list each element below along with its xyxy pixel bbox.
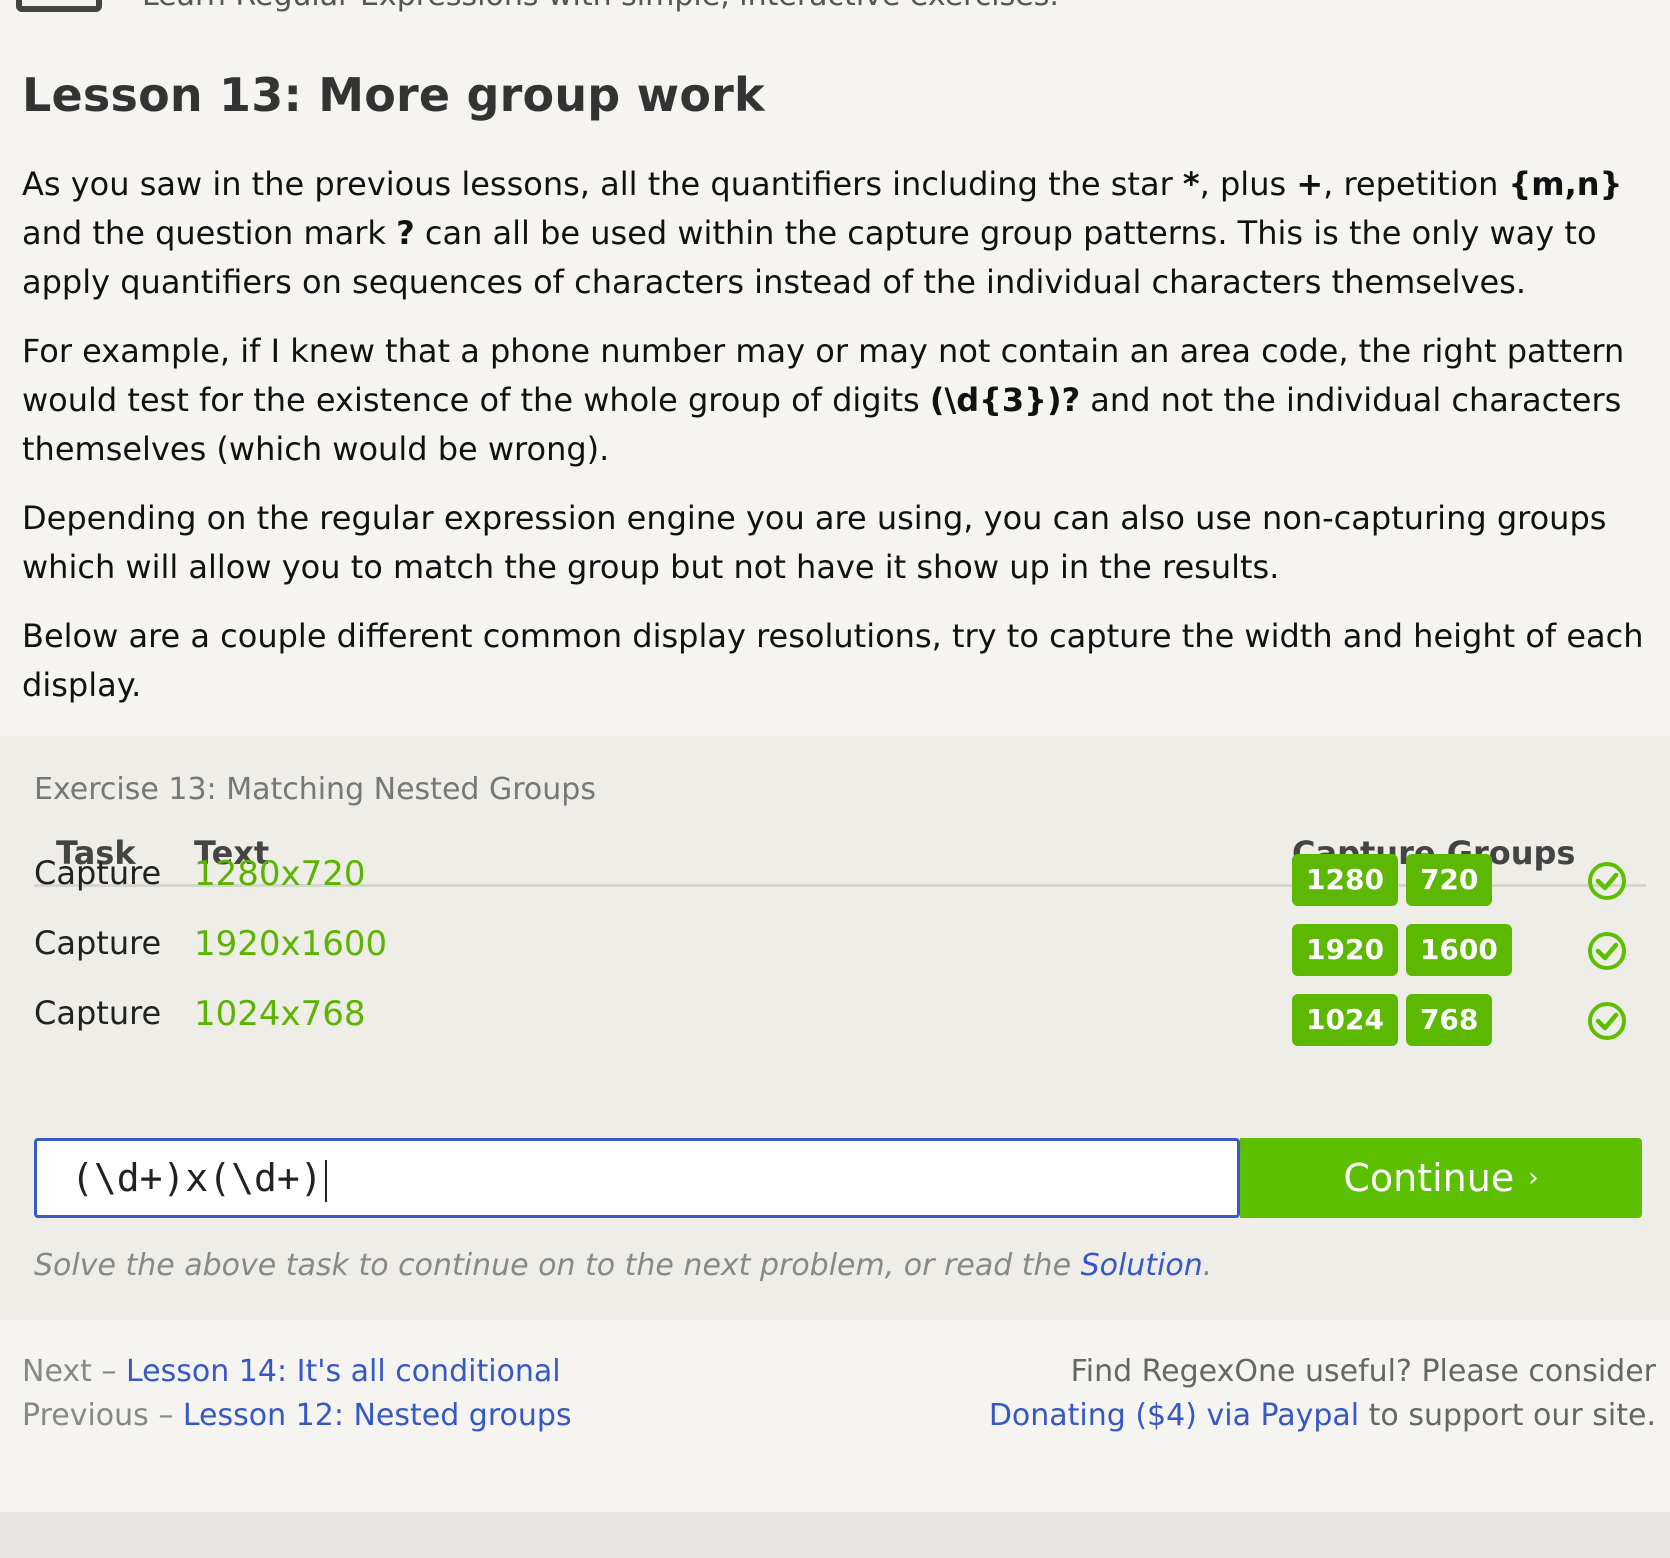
capture-group-chip: 1280 (1292, 854, 1398, 906)
chevron-right-icon: › (1528, 1163, 1539, 1193)
lesson-paragraph-4: Below are a couple different common disp… (22, 617, 1644, 704)
code-question-mark: ? (396, 214, 415, 252)
page-bottom-band (0, 1512, 1670, 1558)
lesson-paragraph-1: As you saw in the previous lessons, all … (22, 165, 1623, 301)
code-star: * (1182, 165, 1200, 203)
exercise-panel: Exercise 13: Matching Nested Groups Task… (0, 736, 1670, 1320)
table-row: Capture 1024x768 1024 768 (0, 994, 1670, 1064)
continue-button[interactable]: Continue › (1240, 1138, 1642, 1218)
solution-link[interactable]: Solution (1081, 1248, 1203, 1283)
table-row: Capture 1920x1600 1920 1600 (0, 924, 1670, 994)
lesson-paragraph-2: For example, if I knew that a phone numb… (22, 332, 1625, 468)
capture-group-chip: 768 (1405, 994, 1493, 1046)
lesson-content: As you saw in the previous lessons, all … (22, 160, 1652, 730)
previous-lesson-link[interactable]: Lesson 12: Nested groups (183, 1398, 572, 1433)
code-repetition: {m,n} (1508, 165, 1623, 203)
site-logo[interactable] (16, 0, 102, 12)
code-plus: + (1296, 165, 1324, 203)
donation-line-2: Donating ($4) via Paypal to support our … (988, 1398, 1656, 1433)
check-circle-icon (1588, 932, 1626, 970)
capture-group-chip: 720 (1405, 854, 1493, 906)
donation-note: Find RegexOne useful? Please consider Do… (989, 1350, 1656, 1438)
lesson-paragraph-3: Depending on the regular expression engi… (22, 499, 1607, 586)
check-circle-icon (1588, 1002, 1626, 1040)
row-task: Capture (34, 994, 162, 1032)
donate-link[interactable]: Donating ($4) via Paypal (989, 1398, 1359, 1433)
next-lesson-line: Next – Lesson 14: It's all conditional (22, 1354, 561, 1389)
row-capture-groups: 1280 720 (1292, 854, 1493, 906)
lesson-navigation: Next – Lesson 14: It's all conditional P… (22, 1350, 572, 1438)
capture-group-chip: 1920 (1292, 924, 1398, 976)
row-capture-groups: 1024 768 (1292, 994, 1493, 1046)
continue-label: Continue (1343, 1156, 1515, 1200)
table-row: Capture 1280x720 1280 720 (0, 854, 1670, 924)
code-area-code-group: (\d{3})? (929, 381, 1081, 419)
text-caret (324, 1159, 327, 1202)
previous-lesson-line: Previous – Lesson 12: Nested groups (22, 1398, 572, 1433)
row-capture-groups: 1920 1600 (1292, 924, 1512, 976)
regex-input[interactable]: (\d+)x(\d+) (34, 1138, 1240, 1218)
next-lesson-link[interactable]: Lesson 14: It's all conditional (126, 1354, 561, 1389)
check-circle-icon (1588, 862, 1626, 900)
capture-group-chip: 1600 (1405, 924, 1512, 976)
row-task: Capture (34, 924, 162, 962)
row-task: Capture (34, 854, 162, 892)
row-text: 1024x768 (194, 994, 366, 1034)
row-text: 1920x1600 (194, 924, 388, 964)
donation-line-1: Find RegexOne useful? Please consider (1070, 1354, 1656, 1389)
capture-group-chip: 1024 (1292, 994, 1398, 1046)
row-text: 1280x720 (194, 854, 366, 894)
site-tagline: Learn Regular Expressions with simple, i… (142, 0, 1059, 13)
hint-text: Solve the above task to continue on to t… (34, 1248, 1213, 1283)
lesson-title: Lesson 13: More group work (22, 68, 765, 122)
regex-input-value: (\d+)x(\d+) (71, 1156, 323, 1200)
exercise-title: Exercise 13: Matching Nested Groups (34, 772, 596, 807)
